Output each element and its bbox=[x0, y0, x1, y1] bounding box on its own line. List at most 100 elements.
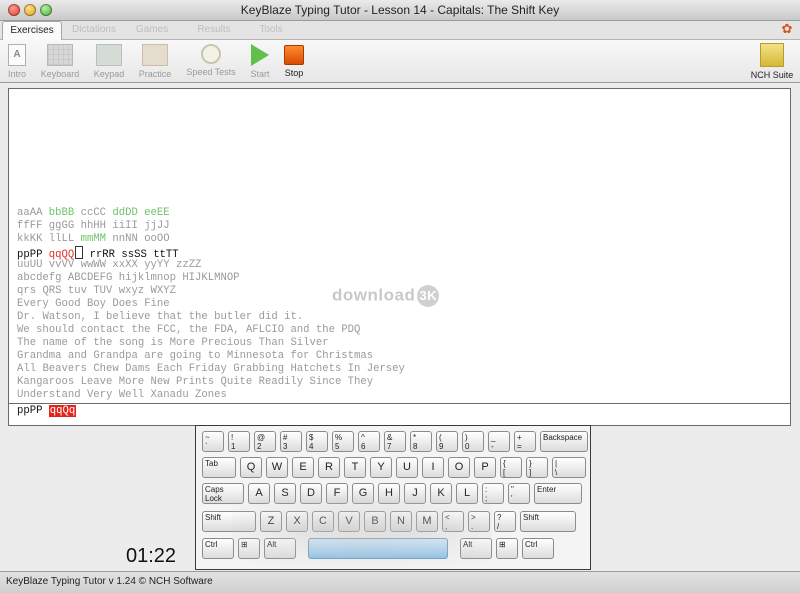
exercise-line: ppPP qqQQ rrRR ssSS ttTT bbox=[17, 246, 405, 261]
exercise-word: song bbox=[118, 337, 145, 349]
watermark-badge: 3K bbox=[417, 285, 440, 307]
key-legend: I bbox=[431, 461, 435, 473]
exercise-word: More bbox=[118, 376, 145, 388]
exercise-line: qrs QRS tuv TUV wxyz WXYZ bbox=[17, 285, 405, 298]
exercise-word: Jersey bbox=[366, 363, 405, 375]
exercise-word: jjJJ bbox=[144, 220, 170, 232]
key-legend: < bbox=[445, 513, 450, 522]
key-legend: V bbox=[345, 515, 353, 527]
key-legend: Shift bbox=[523, 513, 540, 522]
nch-help-icon[interactable]: ✿ bbox=[780, 22, 794, 36]
tab-results[interactable]: Results bbox=[186, 21, 242, 39]
intro-button[interactable]: A Intro bbox=[4, 42, 30, 82]
key-legend: " bbox=[511, 485, 514, 494]
key-legend: Enter bbox=[537, 485, 557, 494]
key-n: N bbox=[390, 511, 412, 532]
practice-button[interactable]: Practice bbox=[136, 42, 174, 82]
key-caps-lock: Caps Lock bbox=[202, 483, 244, 504]
tab-exercises[interactable]: Exercises bbox=[2, 21, 62, 41]
nch-suite-button[interactable]: NCH Suite bbox=[748, 42, 796, 82]
key-l: L bbox=[456, 483, 478, 504]
exercise-word: Minnesota bbox=[226, 350, 285, 362]
key-legend-lower: / bbox=[497, 522, 500, 531]
key-legend: T bbox=[351, 461, 359, 473]
key--: <, bbox=[442, 511, 464, 532]
close-window-button[interactable] bbox=[8, 4, 20, 16]
key-legend: R bbox=[325, 461, 333, 473]
tab-dictations[interactable]: Dictations bbox=[64, 21, 124, 39]
key-backspace: Backspace bbox=[540, 431, 588, 452]
exercise-word: Readily bbox=[258, 376, 304, 388]
key-legend-lower: ; bbox=[485, 494, 488, 503]
key--: ^ 6 bbox=[358, 431, 380, 452]
exercise-word: The bbox=[17, 337, 37, 349]
exercise-word: PDQ bbox=[341, 324, 361, 336]
key--: & 7 bbox=[384, 431, 406, 452]
exercise-word: Good bbox=[55, 298, 81, 310]
exercise-word: eeEE bbox=[144, 207, 170, 219]
exercise-word: Boy bbox=[86, 298, 107, 310]
exercise-word: ffFF bbox=[17, 220, 43, 232]
minimize-window-button[interactable] bbox=[24, 4, 36, 16]
key-legend-lower: 2 bbox=[257, 442, 262, 451]
exercise-word: Watson, bbox=[42, 311, 87, 323]
key-legend: E bbox=[299, 461, 307, 473]
exercise-line: All Beavers Chew Dams Each Friday Grabbi… bbox=[17, 363, 405, 376]
keyboard-icon bbox=[47, 44, 73, 66]
key-legend: Backspace bbox=[543, 433, 583, 442]
tab-tools[interactable]: Tools bbox=[246, 21, 296, 39]
exercise-word: Dr. bbox=[17, 311, 37, 323]
status-bar: KeyBlaze Typing Tutor v 1.24 © NCH Softw… bbox=[0, 571, 800, 593]
key-legend: ⊞ bbox=[499, 540, 506, 549]
exercise-word: Grandma bbox=[17, 350, 62, 362]
exercise-line: uuUU vvVV wwWW xxXX yyYY zzZZ bbox=[17, 259, 405, 272]
exercise-word: nnNN bbox=[112, 233, 138, 245]
key-legend-lower: 9 bbox=[439, 442, 444, 451]
exercise-word: and bbox=[290, 324, 310, 336]
intro-icon: A bbox=[8, 44, 26, 66]
exercise-word: Kangaroos bbox=[17, 376, 75, 388]
exercise-word: Leave bbox=[80, 376, 113, 388]
key-legend: A bbox=[255, 487, 263, 499]
key-d: D bbox=[300, 483, 322, 504]
zoom-window-button[interactable] bbox=[40, 4, 52, 16]
tab-games[interactable]: Games bbox=[124, 21, 180, 39]
practice-label: Practice bbox=[138, 69, 172, 79]
key--: #3 bbox=[280, 431, 302, 452]
exercise-word: hijklmnop bbox=[118, 272, 176, 284]
exercise-word: of bbox=[74, 337, 87, 349]
typing-input[interactable]: ppPP qqQq bbox=[17, 405, 77, 418]
key--: ) 0 bbox=[462, 431, 484, 452]
key-legend: ⊞ bbox=[241, 540, 248, 549]
exercise-word: should bbox=[36, 324, 75, 336]
key-legend: J bbox=[412, 487, 418, 499]
exercise-word: Beavers bbox=[42, 363, 87, 375]
key-u: U bbox=[396, 457, 418, 478]
key-legend: M bbox=[422, 515, 432, 527]
toolbar: A Intro Keyboard Keypad Practice Speed T… bbox=[0, 40, 800, 83]
key-j: J bbox=[404, 483, 426, 504]
exercise-line: abcdefg ABCDEFG hijklmnop HIJKLMNOP bbox=[17, 272, 405, 285]
stop-button[interactable]: Stop bbox=[282, 42, 306, 82]
exercise-word: All bbox=[17, 363, 37, 375]
key-legend-lower: 7 bbox=[387, 442, 392, 451]
speed-tests-button[interactable]: Speed Tests bbox=[183, 42, 239, 82]
exercise-word: Than bbox=[258, 337, 285, 349]
window-title: KeyBlaze Typing Tutor - Lesson 14 - Capi… bbox=[240, 3, 560, 17]
exercise-word: iiII bbox=[112, 220, 138, 232]
exercise-word: going bbox=[169, 350, 202, 362]
keyboard-button[interactable]: Keyboard bbox=[38, 42, 82, 82]
key-legend-lower: [ bbox=[503, 468, 506, 477]
key-legend: @ bbox=[257, 433, 266, 442]
exercise-word: FDA, bbox=[214, 324, 240, 336]
clock-icon bbox=[201, 44, 221, 64]
exercise-word: the bbox=[188, 311, 208, 323]
stop-label: Stop bbox=[284, 68, 304, 78]
key-legend-lower: 3 bbox=[283, 442, 288, 451]
exercise-word: zzZZ bbox=[175, 259, 202, 271]
keypad-button[interactable]: Keypad bbox=[91, 42, 127, 82]
exercise-word: Every bbox=[17, 298, 49, 310]
start-button[interactable]: Start bbox=[247, 42, 273, 82]
key--: ! 1 bbox=[228, 431, 250, 452]
key-g: G bbox=[352, 483, 374, 504]
